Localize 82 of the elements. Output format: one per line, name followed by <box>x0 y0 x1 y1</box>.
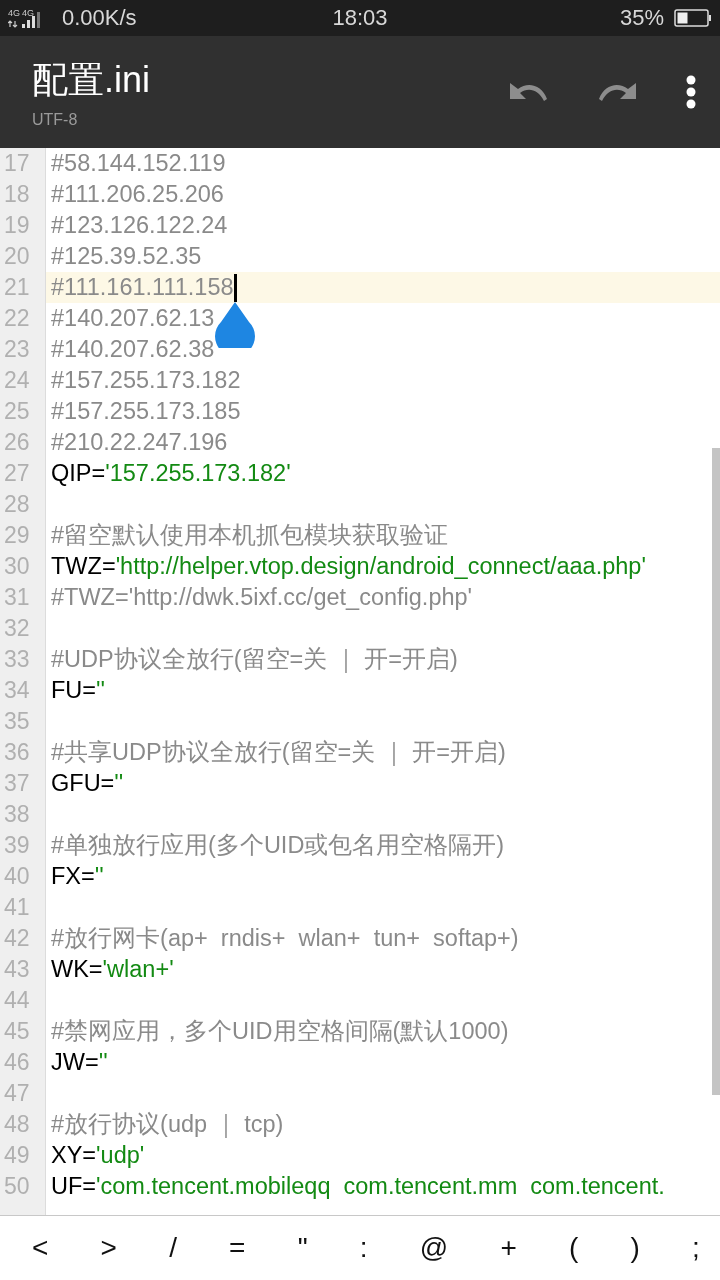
code-line: #140.207.62.13 <box>50 304 215 333</box>
line-number: 29 <box>3 521 31 550</box>
code-line: #157.255.173.185 <box>50 397 241 426</box>
line-number: 30 <box>3 552 31 581</box>
code-line: GFU='' <box>50 769 124 798</box>
line-number: 20 <box>3 242 31 271</box>
clock: 18:03 <box>332 5 388 31</box>
line-number: 24 <box>3 366 31 395</box>
code-line: #单独放行应用(多个UID或包名用空格隔开) <box>50 831 505 860</box>
line-number: 25 <box>3 397 31 426</box>
line-number: 41 <box>3 893 31 922</box>
code-line: UF='com.tencent.mobileqq com.tencent.mm com.tencent. <box>50 1172 665 1201</box>
file-title: 配置.ini <box>32 57 152 102</box>
line-number: 44 <box>3 986 31 1015</box>
code-line: WK='wlan+' <box>50 955 174 984</box>
symbol-key[interactable]: ( <box>563 1228 585 1268</box>
line-number: 39 <box>3 831 31 860</box>
code-line: #125.39.52.35 <box>50 242 202 271</box>
code-line: #111.161.111.158 <box>50 273 234 302</box>
scrollbar[interactable] <box>712 448 720 1095</box>
line-number: 49 <box>3 1141 31 1170</box>
symbol-key[interactable]: = <box>223 1228 252 1268</box>
line-number: 42 <box>3 924 31 953</box>
line-number: 31 <box>3 583 31 612</box>
line-number: 18 <box>3 180 31 209</box>
symbol-key[interactable]: > <box>94 1228 123 1268</box>
code-line: #58.144.152.119 <box>50 149 226 178</box>
code-line: #放行网卡(ap+ rndis+ wlan+ tun+ softap+) <box>50 924 519 953</box>
line-number: 48 <box>3 1110 31 1139</box>
code-line: #TWZ='http://dwk.5ixf.cc/get_config.php' <box>50 583 473 612</box>
line-number: 26 <box>3 428 31 457</box>
network-speed: 0.00K/s <box>62 5 137 31</box>
more-icon <box>686 75 696 109</box>
line-number: 17 <box>3 149 31 178</box>
line-number: 32 <box>3 614 31 643</box>
code-line: #禁网应用，多个UID用空格间隔(默认1000) <box>50 1017 509 1046</box>
code-line: #140.207.62.38 <box>50 335 215 364</box>
code-line: #共享UDP协议全放行(留空=关 ｜ 开=开启) <box>50 738 506 768</box>
code-line: FX='' <box>50 862 104 891</box>
code-line: #111.206.25.206 <box>50 180 224 209</box>
line-number: 22 <box>3 304 31 333</box>
code-line: JW='' <box>50 1048 108 1077</box>
line-number: 21 <box>3 273 31 302</box>
line-number: 46 <box>3 1048 31 1077</box>
line-number: 23 <box>3 335 31 364</box>
symbol-key[interactable]: + <box>494 1228 523 1268</box>
line-number: 45 <box>3 1017 31 1046</box>
symbol-key[interactable]: ) <box>624 1228 646 1268</box>
code-line: TWZ='http://helper.vtop.design/android_connect/aaa.php' <box>50 552 646 581</box>
line-number: 47 <box>3 1079 31 1108</box>
code-line: #放行协议(udp ｜ tcp) <box>50 1110 284 1140</box>
symbol-key[interactable]: @ <box>413 1228 455 1268</box>
battery-icon <box>674 8 712 28</box>
cursor-handle[interactable] <box>214 301 255 348</box>
line-number: 38 <box>3 800 31 829</box>
symbol-key[interactable]: < <box>26 1228 55 1268</box>
line-number: 28 <box>3 490 31 519</box>
symbol-key[interactable]: : <box>353 1228 374 1268</box>
code-line: QIP='157.255.173.182' <box>50 459 291 488</box>
encoding-label: UTF-8 <box>32 110 79 129</box>
line-number: 34 <box>3 676 31 705</box>
code-line: #210.22.247.196 <box>50 428 228 457</box>
line-number: 50 <box>3 1172 31 1201</box>
code-line: #留空默认使用本机抓包模块获取验证 <box>50 521 449 550</box>
code-line: #123.126.122.24 <box>50 211 228 240</box>
more-button[interactable] <box>686 75 696 109</box>
line-number: 35 <box>3 707 31 736</box>
line-number: 43 <box>3 955 31 984</box>
symbol-key[interactable]: " <box>291 1228 314 1268</box>
line-number: 37 <box>3 769 31 798</box>
line-number: 33 <box>3 645 31 674</box>
code-line: XY='udp' <box>50 1141 145 1170</box>
symbol-key[interactable]: / <box>163 1228 183 1268</box>
line-number: 19 <box>3 211 31 240</box>
battery-percent: 35% <box>619 5 664 31</box>
line-number: 36 <box>3 738 31 767</box>
code-line: FU='' <box>50 676 106 705</box>
line-number: 27 <box>3 459 31 488</box>
code-line: #157.255.173.182 <box>50 366 241 395</box>
symbol-key[interactable]: ; <box>686 1228 706 1268</box>
code-line: #UDP协议全放行(留空=关 ｜ 开=开启) <box>50 645 458 675</box>
line-number: 40 <box>3 862 31 891</box>
